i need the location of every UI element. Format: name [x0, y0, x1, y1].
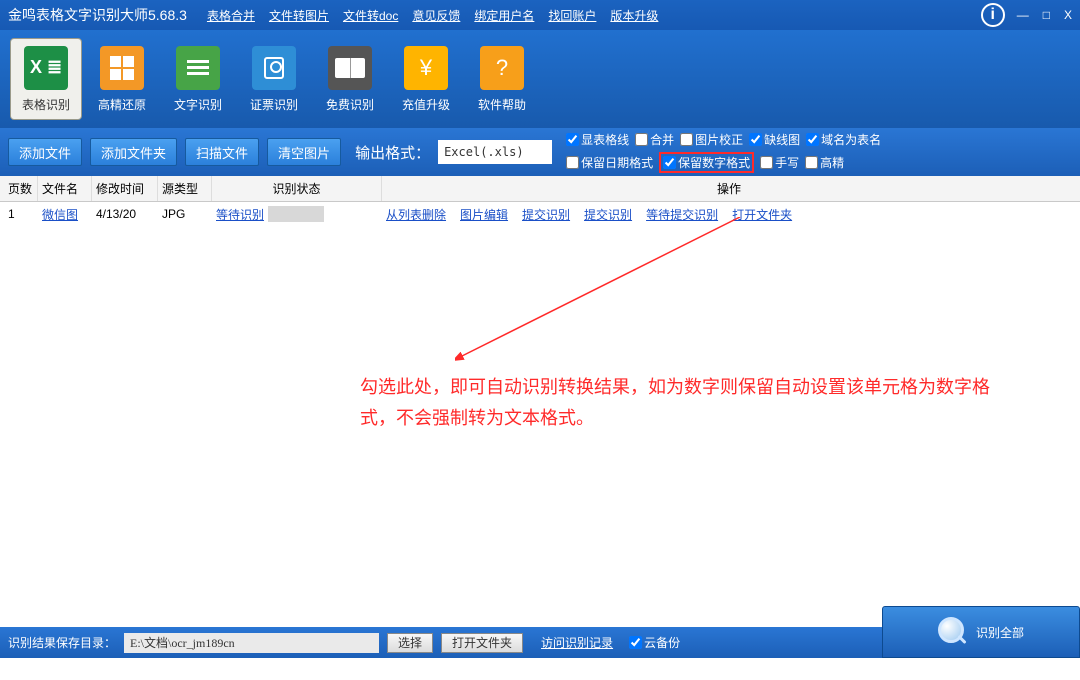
col-filename[interactable]: 文件名 [38, 176, 92, 201]
magnifier-icon [938, 617, 968, 647]
top-menu: 表格合并 文件转图片 文件转doc 意见反馈 绑定用户名 找回账户 版本升级 [207, 7, 658, 24]
tool-ticket-ocr[interactable]: 证票识别 [238, 38, 310, 120]
title-bar: 金鸣表格文字识别大师5.68.3 表格合并 文件转图片 文件转doc 意见反馈 … [0, 0, 1080, 30]
options-bar: 添加文件 添加文件夹 扫描文件 清空图片 输出格式： Excel(.xls) 显… [0, 128, 1080, 176]
book-icon [328, 46, 372, 90]
op-remove[interactable]: 从列表删除 [386, 206, 446, 223]
app-title: 金鸣表格文字识别大师5.68.3 [8, 5, 187, 25]
op-open-folder[interactable]: 打开文件夹 [732, 206, 792, 223]
menu-feedback[interactable]: 意见反馈 [412, 7, 460, 24]
menu-recover[interactable]: 找回账户 [548, 7, 596, 24]
save-dir-label: 识别结果保存目录： [8, 634, 116, 651]
cell-type: JPG [158, 207, 212, 221]
check-r1-2[interactable]: 图片校正 [680, 131, 743, 148]
check-r2-3[interactable]: 高精 [805, 154, 844, 171]
tool-help[interactable]: ? 软件帮助 [466, 38, 538, 120]
status-bar: 识别结果保存目录： E:\文档\ocr_jm189cn 选择 打开文件夹 访问识… [0, 627, 1080, 658]
op-submit-1[interactable]: 提交识别 [522, 206, 570, 223]
tool-high-precision[interactable]: 高精还原 [86, 38, 158, 120]
grid-icon [100, 46, 144, 90]
output-format-select[interactable]: Excel(.xls) [438, 140, 552, 164]
menu-bind-user[interactable]: 绑定用户名 [474, 7, 534, 24]
col-type[interactable]: 源类型 [158, 176, 212, 201]
open-folder-button[interactable]: 打开文件夹 [441, 633, 523, 653]
col-status[interactable]: 识别状态 [212, 176, 382, 201]
check-r2-2[interactable]: 手写 [760, 154, 799, 171]
table-header: 页数 文件名 修改时间 源类型 识别状态 操作 [0, 176, 1080, 202]
recognize-all-button[interactable]: 识别全部 [882, 606, 1080, 658]
op-submit-2[interactable]: 提交识别 [584, 206, 632, 223]
check-r1-3[interactable]: 缺线图 [749, 131, 800, 148]
lines-icon [176, 46, 220, 90]
check-r1-0[interactable]: 显表格线 [566, 131, 629, 148]
status-link[interactable]: 等待识别 [216, 206, 264, 223]
op-wait-submit[interactable]: 等待提交识别 [646, 206, 718, 223]
col-mtime[interactable]: 修改时间 [92, 176, 158, 201]
check-r2-1[interactable]: 保留数字格式 [659, 152, 754, 173]
check-r1-4[interactable]: 域名为表名 [806, 131, 881, 148]
save-dir-input[interactable]: E:\文档\ocr_jm189cn [124, 633, 379, 653]
info-icon[interactable]: i [981, 3, 1005, 27]
menu-to-image[interactable]: 文件转图片 [269, 7, 329, 24]
menu-upgrade[interactable]: 版本升级 [610, 7, 658, 24]
col-page[interactable]: 页数 [4, 176, 38, 201]
cell-status: 等待识别 [212, 206, 382, 223]
annotation-arrow [455, 217, 755, 377]
browse-button[interactable]: 选择 [387, 633, 433, 653]
cell-filename[interactable]: 微信图 [38, 206, 92, 223]
help-icon: ? [480, 46, 524, 90]
tool-free-ocr[interactable]: 免费识别 [314, 38, 386, 120]
excel-icon: X ≣ [24, 46, 68, 90]
output-format-label: 输出格式： [355, 142, 430, 163]
tool-recharge[interactable]: ¥ 充值升级 [390, 38, 462, 120]
minimize-button[interactable]: — [1017, 8, 1029, 22]
tool-table-ocr[interactable]: X ≣ 表格识别 [10, 38, 82, 120]
check-r1-1[interactable]: 合并 [635, 131, 674, 148]
options-checkboxes: 显表格线合并图片校正缺线图域名为表名 保留日期格式保留数字格式手写高精 [566, 131, 881, 173]
op-edit-image[interactable]: 图片编辑 [460, 206, 508, 223]
menu-merge[interactable]: 表格合并 [207, 7, 255, 24]
tool-text-ocr[interactable]: 文字识别 [162, 38, 234, 120]
clear-images-button[interactable]: 清空图片 [267, 138, 341, 166]
window-controls: — □ X [1017, 8, 1072, 22]
table-body: 1 微信图 4/13/20 JPG 等待识别 从列表删除 图片编辑 提交识别 提… [0, 202, 1080, 627]
maximize-button[interactable]: □ [1043, 8, 1050, 22]
coin-icon: ¥ [404, 46, 448, 90]
scan-file-button[interactable]: 扫描文件 [185, 138, 259, 166]
check-r2-0[interactable]: 保留日期格式 [566, 154, 653, 171]
add-folder-button[interactable]: 添加文件夹 [90, 138, 177, 166]
cell-ops: 从列表删除 图片编辑 提交识别 提交识别 等待提交识别 打开文件夹 [382, 206, 1076, 223]
close-button[interactable]: X [1064, 8, 1072, 22]
cell-page: 1 [4, 207, 38, 221]
col-ops[interactable]: 操作 [382, 176, 1076, 201]
main-toolbar: X ≣ 表格识别 高精还原 文字识别 证票识别 免费识别 ¥ 充值升级 ? 软件… [0, 30, 1080, 128]
table-row[interactable]: 1 微信图 4/13/20 JPG 等待识别 从列表删除 图片编辑 提交识别 提… [0, 202, 1080, 226]
annotation-text: 勾选此处，即可自动识别转换结果，如为数字则保留自动设置该单元格为数字格式，不会强… [360, 372, 1000, 433]
history-link[interactable]: 访问识别记录 [541, 634, 613, 651]
add-file-button[interactable]: 添加文件 [8, 138, 82, 166]
id-card-icon [252, 46, 296, 90]
progress-placeholder [268, 206, 324, 222]
menu-to-doc[interactable]: 文件转doc [343, 7, 398, 24]
cloud-backup-checkbox[interactable]: 云备份 [629, 634, 680, 651]
cell-mtime: 4/13/20 [92, 207, 158, 221]
